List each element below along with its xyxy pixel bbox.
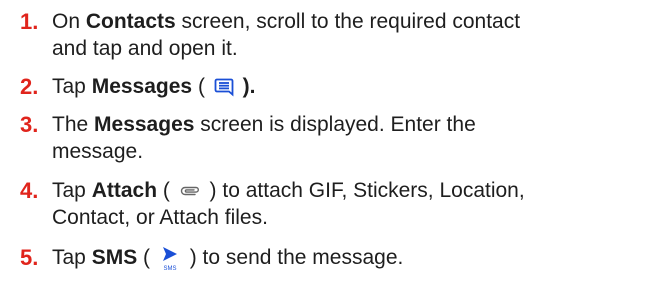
ui-term: SMS <box>91 246 138 269</box>
text-run: The <box>52 113 95 136</box>
step-number: 5. <box>20 245 39 270</box>
text-run: On <box>52 10 86 33</box>
step-text: On Contacts screen, scroll to the requir… <box>52 8 652 62</box>
send-icon-label: SMS <box>163 266 176 272</box>
step-text: Tap Messages ( ). <box>52 73 652 100</box>
step-line: Tap SMS ( SMS ) to send the message. <box>52 244 652 272</box>
text-run: Tap <box>52 75 92 98</box>
instruction-steps: 1. On Contacts screen, scroll to the req… <box>0 0 656 288</box>
ui-term: Messages <box>91 75 193 98</box>
text-run: ). <box>236 75 256 98</box>
step-text: Tap Attach ( ) to attach GIF, Stickers, … <box>52 177 652 231</box>
step-line: Contact, or Attach files. <box>52 206 268 229</box>
text-run: screen, scroll to the required contact <box>175 10 521 33</box>
text-run: ) to send the message. <box>183 246 404 269</box>
text-run: Tap <box>52 246 92 269</box>
send-sms-icon: SMS <box>159 244 181 272</box>
message-icon <box>214 77 234 97</box>
step-line: On Contacts screen, scroll to the requir… <box>52 8 652 35</box>
step-number: 3. <box>20 112 39 137</box>
text-run: Tap <box>52 179 92 202</box>
text-run: ) to attach GIF, Stickers, Location, <box>203 179 525 202</box>
step-text: The Messages screen is displayed. Enter … <box>52 111 652 165</box>
ui-term: Messages <box>94 113 195 136</box>
text-run: screen is displayed. Enter the <box>194 113 476 136</box>
text-run: ( <box>137 246 156 269</box>
step-number: 2. <box>20 74 39 99</box>
step-line: Tap Attach ( ) to attach GIF, Stickers, … <box>52 177 652 204</box>
step-number: 4. <box>20 178 39 203</box>
text-run: ( <box>192 75 211 98</box>
step-line: The Messages screen is displayed. Enter … <box>52 111 652 138</box>
paperclip-icon <box>179 184 201 198</box>
ui-term: Attach <box>91 179 158 202</box>
step-number: 1. <box>20 9 39 34</box>
ui-term: Contacts <box>85 10 176 33</box>
step-line: Tap Messages ( ). <box>52 73 652 100</box>
step-line: message. <box>52 140 144 163</box>
step-line: and tap and open it. <box>52 37 238 60</box>
text-run: ( <box>157 179 176 202</box>
step-text: Tap SMS ( SMS ) to send the message. <box>52 244 652 272</box>
